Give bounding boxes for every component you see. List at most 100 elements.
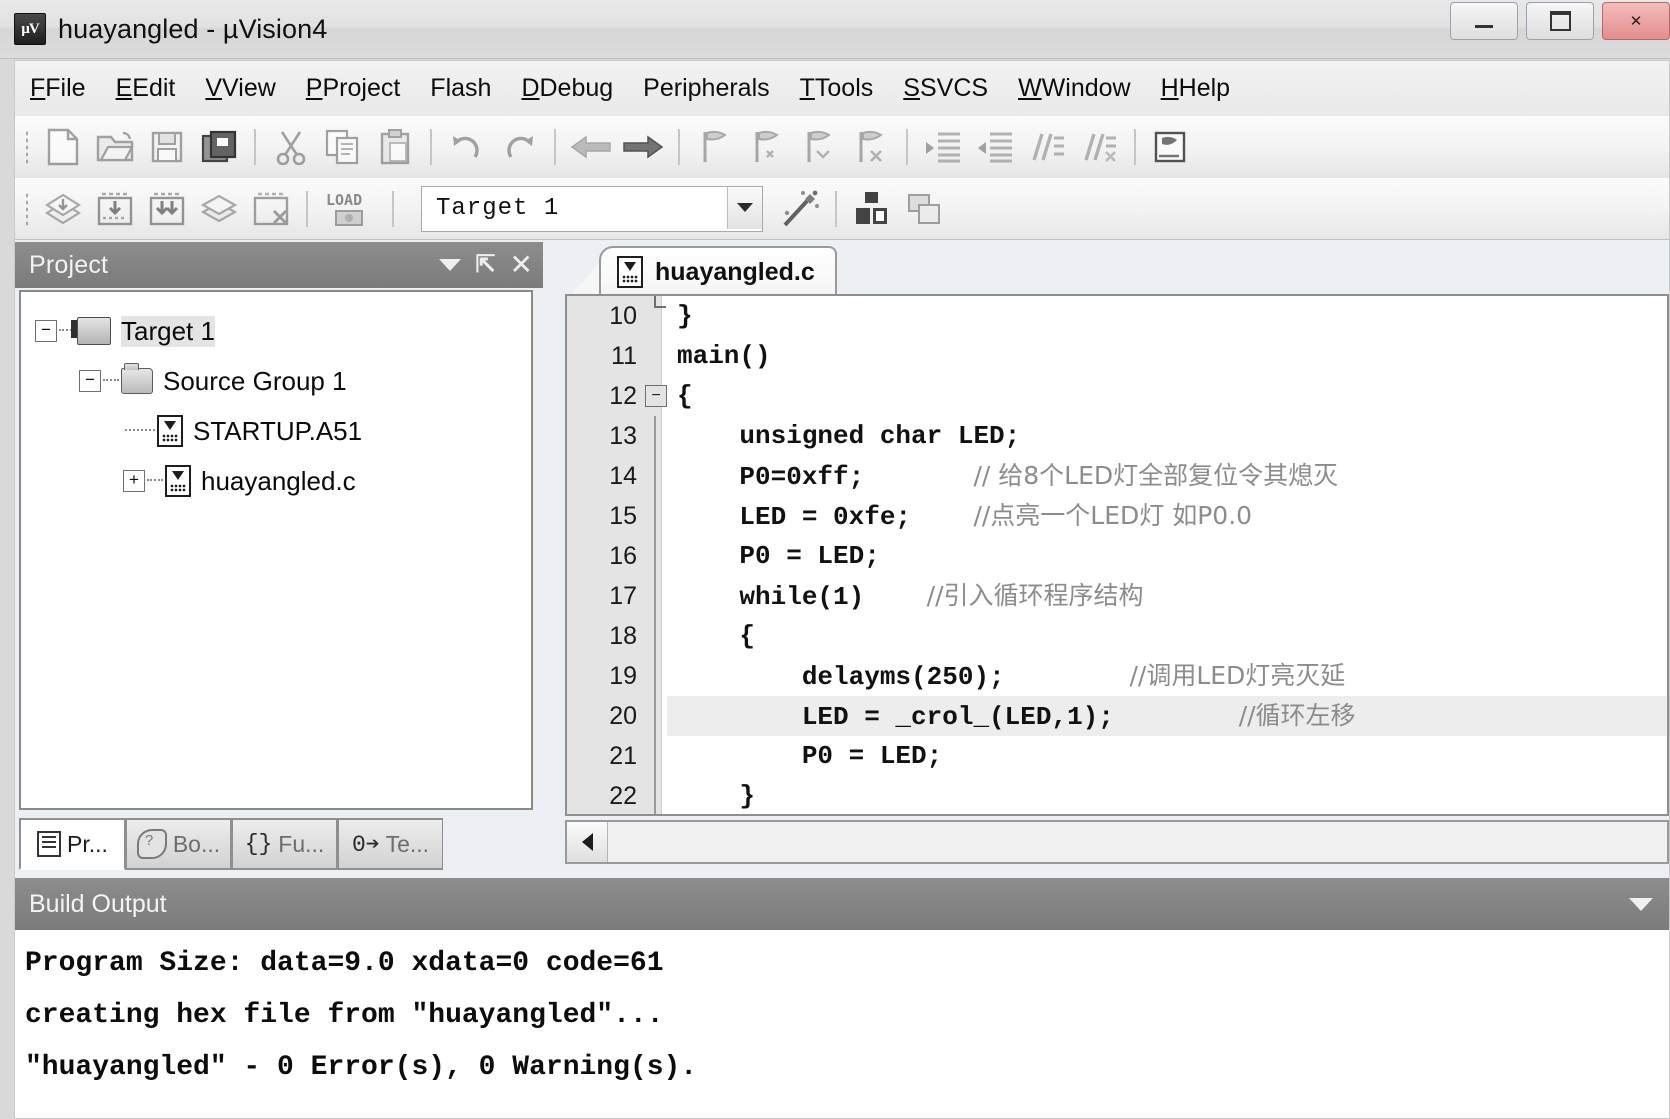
tree-expander-icon[interactable]: − (79, 370, 101, 392)
build-output-line: Program Size: data=9.0 xdata=0 code=61 (25, 948, 664, 979)
code-line[interactable]: 22 } (567, 776, 1667, 814)
menu-item-help[interactable]: HHelp (1146, 74, 1245, 103)
code-line-current[interactable]: 20 LED = _crol_(LED,1); //循环左移 (567, 696, 1667, 736)
rebuild-all-button[interactable] (142, 186, 192, 232)
code-line[interactable]: 12 − { (567, 376, 1667, 416)
chevron-down-icon[interactable] (727, 186, 762, 229)
tab-project[interactable]: Pr... (19, 818, 125, 870)
line-number: 10 (609, 301, 637, 330)
menu-item-tools[interactable]: TTools (785, 74, 889, 103)
code-line[interactable]: 15 LED = 0xfe; //点亮一个LED灯 如P0.0 (567, 496, 1667, 536)
navigate-back-button[interactable] (566, 124, 616, 170)
navigate-forward-button[interactable] (618, 124, 668, 170)
tree-expander-icon[interactable]: − (35, 320, 57, 342)
menu-item-window[interactable]: WWindow (1003, 74, 1146, 103)
save-button[interactable] (142, 124, 192, 170)
tree-item-source-group-1[interactable]: − Source Group 1 (79, 356, 531, 406)
uncomment-button[interactable] (1074, 124, 1124, 170)
menu-item-svcs[interactable]: SSVCS (888, 74, 1003, 103)
minimize-icon (1475, 24, 1493, 28)
maximize-button[interactable] (1526, 2, 1594, 40)
panel-close-icon[interactable]: ✕ (510, 251, 533, 279)
bookmark-window-button[interactable] (1146, 124, 1196, 170)
tree-expander-icon[interactable]: + (123, 470, 145, 492)
maximize-icon (1549, 11, 1571, 31)
indent-button[interactable] (918, 124, 968, 170)
fold-marker[interactable]: − (643, 376, 667, 416)
tab-label: Te... (385, 830, 430, 857)
batch-build-icon (200, 194, 238, 222)
menu-label-peripherals: Peripherals (643, 74, 770, 102)
code-line[interactable]: 10 } (567, 296, 1667, 336)
undo-button[interactable] (442, 124, 492, 170)
fold-marker[interactable] (643, 296, 667, 336)
line-number: 16 (609, 541, 637, 570)
code-line[interactable]: 16 P0 = LED; (567, 536, 1667, 576)
scroll-left-arrow-icon[interactable] (567, 822, 608, 862)
editor-horizontal-scrollbar[interactable] (565, 820, 1669, 864)
code-line[interactable]: 14 P0=0xff; // 给8个LED灯全部复位令其熄灭 (567, 456, 1667, 496)
copy-button[interactable] (318, 124, 368, 170)
build-output-body[interactable]: Program Size: data=9.0 xdata=0 code=61 c… (14, 930, 1670, 1119)
menu-item-file[interactable]: FFile (15, 74, 101, 103)
file-icon (157, 415, 183, 447)
batch-build-button[interactable] (194, 186, 244, 232)
editor-tab-huayangled-c[interactable]: huayangled.c (599, 246, 837, 296)
menu-item-debug[interactable]: DDebug (506, 74, 628, 103)
toolbar-grip[interactable] (25, 130, 29, 164)
panel-pin-icon[interactable]: ⇱ (475, 253, 495, 277)
tab-books[interactable]: Bo... (125, 818, 231, 870)
editor-tab-label: huayangled.c (655, 257, 815, 286)
cut-button[interactable] (266, 124, 316, 170)
tree-connector (103, 379, 119, 383)
code-line[interactable]: 17 while(1) //引入循环程序结构 (567, 576, 1667, 616)
save-all-button[interactable] (194, 124, 244, 170)
outdent-button[interactable] (970, 124, 1020, 170)
magic-wand-icon (783, 190, 819, 226)
stop-build-button[interactable] (246, 186, 296, 232)
menu-item-peripherals[interactable]: Peripherals (628, 74, 784, 103)
code-line[interactable]: 11 main() (567, 336, 1667, 376)
fold-marker (643, 736, 667, 776)
fold-marker (643, 336, 667, 376)
tree-item-startup-a51[interactable]: STARTUP.A51 (123, 406, 531, 456)
menu-item-edit[interactable]: EEdit (101, 74, 191, 103)
bookmark-next-button[interactable] (794, 124, 844, 170)
code-line[interactable]: 21 P0 = LED; (567, 736, 1667, 776)
target-select[interactable]: Target 1 (421, 185, 763, 232)
paste-button[interactable] (370, 124, 420, 170)
bookmark-toggle-button[interactable] (690, 124, 740, 170)
new-file-button[interactable] (38, 124, 88, 170)
menu-item-flash[interactable]: Flash (415, 74, 506, 103)
code-editor[interactable]: 10 } 11 main() 12 − {13 unsigned char L… (565, 294, 1669, 816)
download-button[interactable]: LOAD (318, 186, 382, 232)
build-target-button[interactable] (90, 186, 140, 232)
code-line[interactable]: 18 { (567, 616, 1667, 656)
menu-item-view[interactable]: VView (190, 74, 290, 103)
multi-project-button[interactable] (899, 186, 949, 232)
toolbar-grip[interactable] (25, 191, 29, 226)
translate-button[interactable] (38, 186, 88, 232)
manage-components-button[interactable] (847, 186, 897, 232)
minimize-button[interactable] (1450, 2, 1518, 40)
options-for-target-button[interactable] (775, 186, 825, 232)
close-button[interactable]: ✕ (1602, 2, 1670, 40)
project-tree[interactable]: − Target 1 − Source Group 1 STARTUP.A51 … (19, 290, 533, 810)
redo-button[interactable] (494, 124, 544, 170)
tree-item-target-1[interactable]: − Target 1 (35, 306, 531, 356)
tab-functions[interactable]: {} Fu... (231, 818, 337, 870)
tab-templates[interactable]: 0➔ Te... (337, 818, 443, 870)
bookmark-prev-button[interactable] (742, 124, 792, 170)
menu-item-project[interactable]: PProject (291, 74, 416, 103)
panel-menu-chevron-down-icon[interactable] (439, 259, 462, 271)
books-icon (136, 829, 167, 859)
code-line[interactable]: 19 delayms(250); //调用LED灯亮灭延 (567, 656, 1667, 696)
comment-button[interactable] (1022, 124, 1072, 170)
build-output-title: Build Output (29, 889, 167, 918)
open-file-button[interactable] (90, 124, 140, 170)
code-line[interactable]: 13 unsigned char LED; (567, 416, 1667, 456)
bookmark-clear-button[interactable] (846, 124, 896, 170)
tree-item-huayangled-c[interactable]: + huayangled.c (123, 456, 531, 506)
build-output-chevron-down-icon[interactable] (1629, 897, 1653, 911)
code-text: delayms(250); //调用LED灯亮灭延 (677, 661, 1346, 692)
